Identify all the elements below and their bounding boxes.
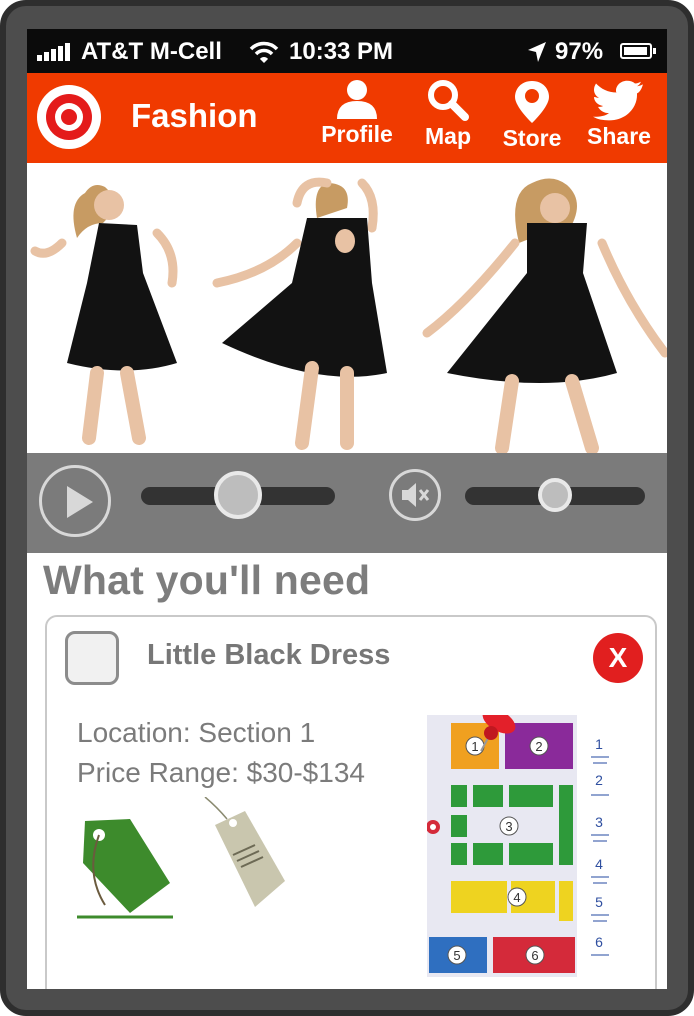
legend-5: 5 — [595, 894, 603, 910]
map-pin-icon — [515, 81, 549, 123]
map-section-3: 3 — [505, 819, 512, 834]
video-controls — [27, 453, 667, 553]
carrier-label: AT&T M-Cell — [81, 38, 222, 65]
legend-6: 6 — [595, 934, 603, 950]
share-label: Share — [587, 123, 651, 149]
progress-thumb[interactable] — [214, 471, 262, 519]
legend-1: 1 — [595, 736, 603, 752]
close-button[interactable]: X — [593, 633, 643, 683]
volume-thumb[interactable] — [538, 478, 572, 512]
map-section-2: 2 — [535, 739, 542, 754]
profile-label: Profile — [321, 121, 393, 147]
legend-4: 4 — [595, 856, 603, 872]
legend-3: 3 — [595, 814, 603, 830]
play-button[interactable] — [39, 465, 111, 537]
model-figure-left — [30, 185, 178, 445]
model-figure-right — [422, 178, 667, 455]
map-section-6: 6 — [531, 948, 538, 963]
signal-icon — [37, 43, 70, 61]
model-figure-center — [212, 177, 387, 450]
item-price-range: Price Range: $30-$134 — [77, 757, 365, 788]
legend-2: 2 — [595, 772, 603, 788]
map-section-1: 1 — [471, 739, 478, 754]
profile-button[interactable]: Profile — [315, 79, 399, 159]
store-map[interactable]: 1 2 3 4 5 6 1 2 3 4 5 6 — [427, 715, 639, 977]
green-tag-icon[interactable] — [75, 813, 175, 923]
map-label: Map — [425, 123, 471, 149]
phone-frame: AT&T M-Cell 10:33 PM 97% Fashion Profile… — [0, 0, 694, 1016]
app-header: Fashion Profile Map Store Share — [27, 73, 667, 163]
page-title: Fashion — [131, 97, 258, 134]
map-section-4: 4 — [513, 890, 520, 905]
map-section-5: 5 — [453, 948, 460, 963]
person-icon — [337, 80, 377, 119]
share-button[interactable]: Share — [579, 79, 659, 159]
section-heading: What you'll need — [43, 557, 371, 603]
clock-label: 10:33 PM — [289, 38, 394, 65]
target-logo[interactable] — [35, 83, 103, 151]
wifi-icon — [249, 41, 279, 63]
price-tag-icon[interactable] — [204, 797, 285, 907]
map-button[interactable]: Map — [415, 79, 481, 159]
battery-percent: 97% — [555, 38, 604, 65]
battery-icon — [620, 43, 656, 59]
speaker-muted-icon — [402, 483, 430, 507]
item-checkbox[interactable] — [65, 631, 119, 685]
store-label: Store — [502, 125, 562, 151]
status-bar: AT&T M-Cell 10:33 PM 97% — [27, 29, 667, 73]
search-icon — [428, 80, 469, 121]
item-title: Little Black Dress — [147, 639, 391, 671]
mute-button[interactable] — [389, 469, 441, 521]
item-location: Location: Section 1 — [77, 717, 316, 748]
screen: AT&T M-Cell 10:33 PM 97% Fashion Profile… — [27, 29, 667, 989]
location-arrow-icon — [528, 42, 546, 62]
store-button[interactable]: Store — [497, 79, 567, 159]
twitter-bird-icon — [593, 80, 643, 121]
product-video-frame[interactable] — [27, 163, 667, 455]
item-card: Little Black Dress X Location: Section 1… — [45, 615, 657, 989]
